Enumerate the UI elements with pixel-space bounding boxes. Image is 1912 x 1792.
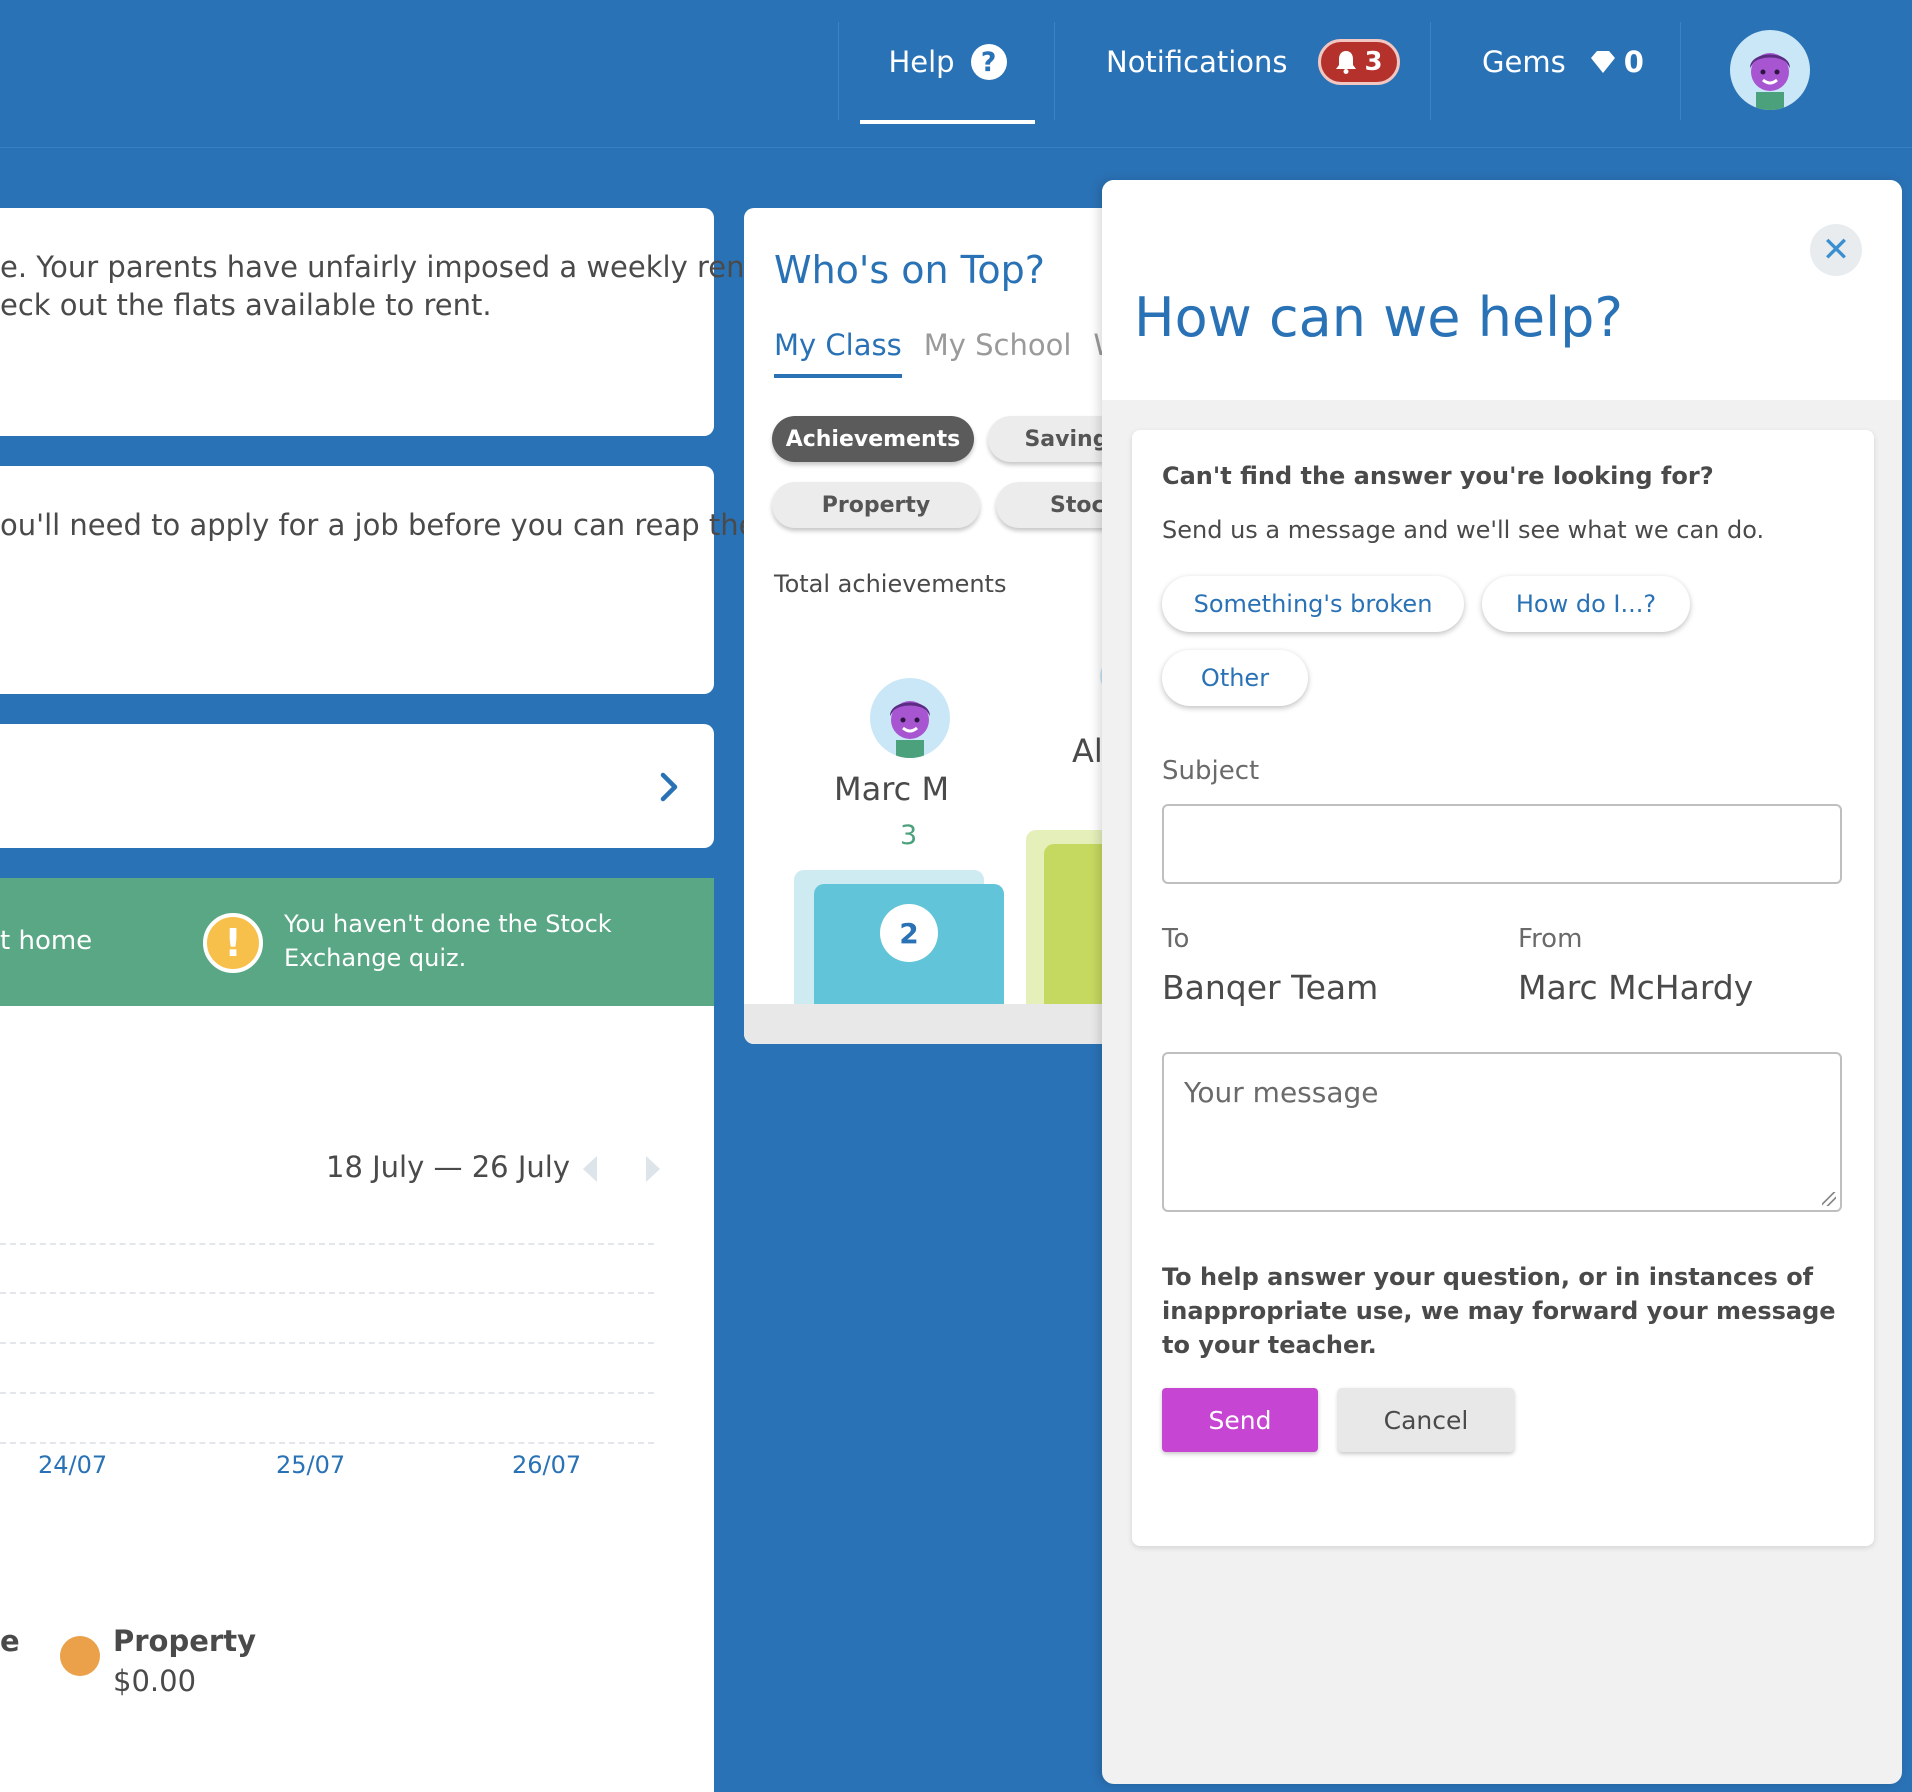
from-value: Marc McHardy (1518, 968, 1754, 1007)
help-panel-title: How can we help? (1134, 286, 1624, 349)
warning-icon: ! (203, 913, 263, 973)
nav-divider (838, 22, 839, 120)
chart-gridline (0, 1342, 654, 1344)
chart-gridline (0, 1392, 654, 1394)
nav-divider (1680, 22, 1681, 120)
top-navigation-bar: Help ? Notifications 3 Gems 0 (0, 0, 1912, 148)
user-avatar[interactable] (1730, 30, 1810, 110)
chart-x-tick: 25/07 (276, 1451, 346, 1479)
form-subtitle: Send us a message and we'll see what we … (1162, 516, 1765, 544)
player-name: Marc M (834, 770, 950, 808)
player-avatar (870, 678, 950, 758)
player-score: 3 (900, 820, 918, 851)
notifications-count: 3 (1364, 47, 1383, 77)
help-panel: How can we help? ✕ Can't find the answer… (1102, 180, 1902, 1784)
task-card-rent[interactable]: e. Your parents have unfairly imposed a … (0, 208, 756, 436)
subject-label: Subject (1162, 756, 1260, 786)
legend-swatch-property (60, 1636, 100, 1676)
chevron-right-icon[interactable] (660, 772, 678, 802)
nav-help[interactable]: Help ? (860, 0, 1035, 124)
chart-x-tick: 24/07 (38, 1451, 108, 1479)
nav-help-label: Help (888, 45, 955, 79)
cancel-button[interactable]: Cancel (1338, 1388, 1514, 1452)
gems-count: 0 (1623, 45, 1644, 79)
category-other[interactable]: Other (1162, 650, 1308, 706)
help-icon: ? (970, 44, 1007, 80)
filter-property[interactable]: Property (772, 482, 980, 528)
nav-gems-label: Gems (1482, 45, 1566, 79)
next-arrow-icon[interactable] (646, 1156, 660, 1182)
contact-form: Can't find the answer you're looking for… (1132, 430, 1874, 1546)
send-button[interactable]: Send (1162, 1388, 1318, 1452)
rank-badge: 2 (880, 904, 938, 962)
nav-divider (1430, 22, 1431, 120)
category-something-broken[interactable]: Something's broken (1162, 576, 1464, 632)
chart-gridline (0, 1292, 654, 1294)
avatar-icon (1750, 53, 1790, 110)
status-banner-left-text: t home (0, 926, 93, 956)
chart-gridline (0, 1243, 654, 1245)
legend-value-property: $0.00 (113, 1664, 197, 1698)
chart-x-tick: 26/07 (512, 1451, 582, 1479)
chart-gridline (0, 1442, 654, 1444)
nav-notifications-label: Notifications (1106, 45, 1288, 79)
close-icon[interactable]: ✕ (1810, 224, 1862, 276)
tab-my-school[interactable]: My School (924, 328, 1072, 378)
resize-handle-icon[interactable] (1822, 1192, 1836, 1206)
legend-label-property: Property (113, 1624, 256, 1658)
leaderboard-footer (744, 1004, 1124, 1044)
task-card-text: eck out the flats available to rent. (0, 288, 492, 322)
stock-quiz-reminder[interactable]: You haven't done the Stock Exchange quiz… (284, 907, 624, 975)
category-how-do-i[interactable]: How do I...? (1482, 576, 1690, 632)
nav-divider (1054, 22, 1055, 120)
total-achievements-label: Total achievements (774, 570, 1007, 598)
task-card-job[interactable]: ou'll need to apply for a job before you… (0, 466, 756, 694)
help-panel-header: How can we help? ✕ (1102, 180, 1902, 400)
task-card-link[interactable] (0, 724, 714, 848)
nav-gems[interactable]: Gems 0 (1482, 0, 1644, 124)
filter-achievements[interactable]: Achievements (772, 416, 974, 462)
message-placeholder: Your message (1184, 1076, 1379, 1109)
legend-label: e (0, 1624, 20, 1658)
activity-chart-panel (0, 1006, 714, 1792)
leaderboard-tabs: My Class My School Wo (774, 328, 1124, 378)
task-card-text: ou'll need to apply for a job before you… (0, 508, 757, 542)
task-card-text: e. Your parents have unfairly imposed a … (0, 250, 756, 284)
leaderboard-card: Who's on Top? My Class My School Wo Achi… (744, 208, 1124, 1044)
form-question: Can't find the answer you're looking for… (1162, 462, 1714, 490)
prev-arrow-icon[interactable] (583, 1156, 597, 1182)
bell-icon (1335, 51, 1356, 74)
from-label: From (1518, 924, 1583, 954)
notifications-badge: 3 (1317, 39, 1400, 85)
to-value: Banqer Team (1162, 968, 1379, 1007)
player-name: Al (1072, 732, 1103, 770)
forwarding-disclaimer: To help answer your question, or in inst… (1162, 1263, 1836, 1359)
to-label: To (1162, 924, 1190, 954)
leaderboard-title: Who's on Top? (774, 248, 1045, 292)
gem-icon (1590, 51, 1615, 73)
subject-input[interactable] (1162, 804, 1842, 884)
message-textarea[interactable]: Your message (1162, 1052, 1842, 1212)
avatar-icon (890, 701, 930, 758)
date-range-label: 18 July — 26 July (326, 1150, 570, 1184)
tab-my-class[interactable]: My Class (774, 328, 902, 378)
nav-notifications[interactable]: Notifications 3 (1106, 0, 1400, 124)
